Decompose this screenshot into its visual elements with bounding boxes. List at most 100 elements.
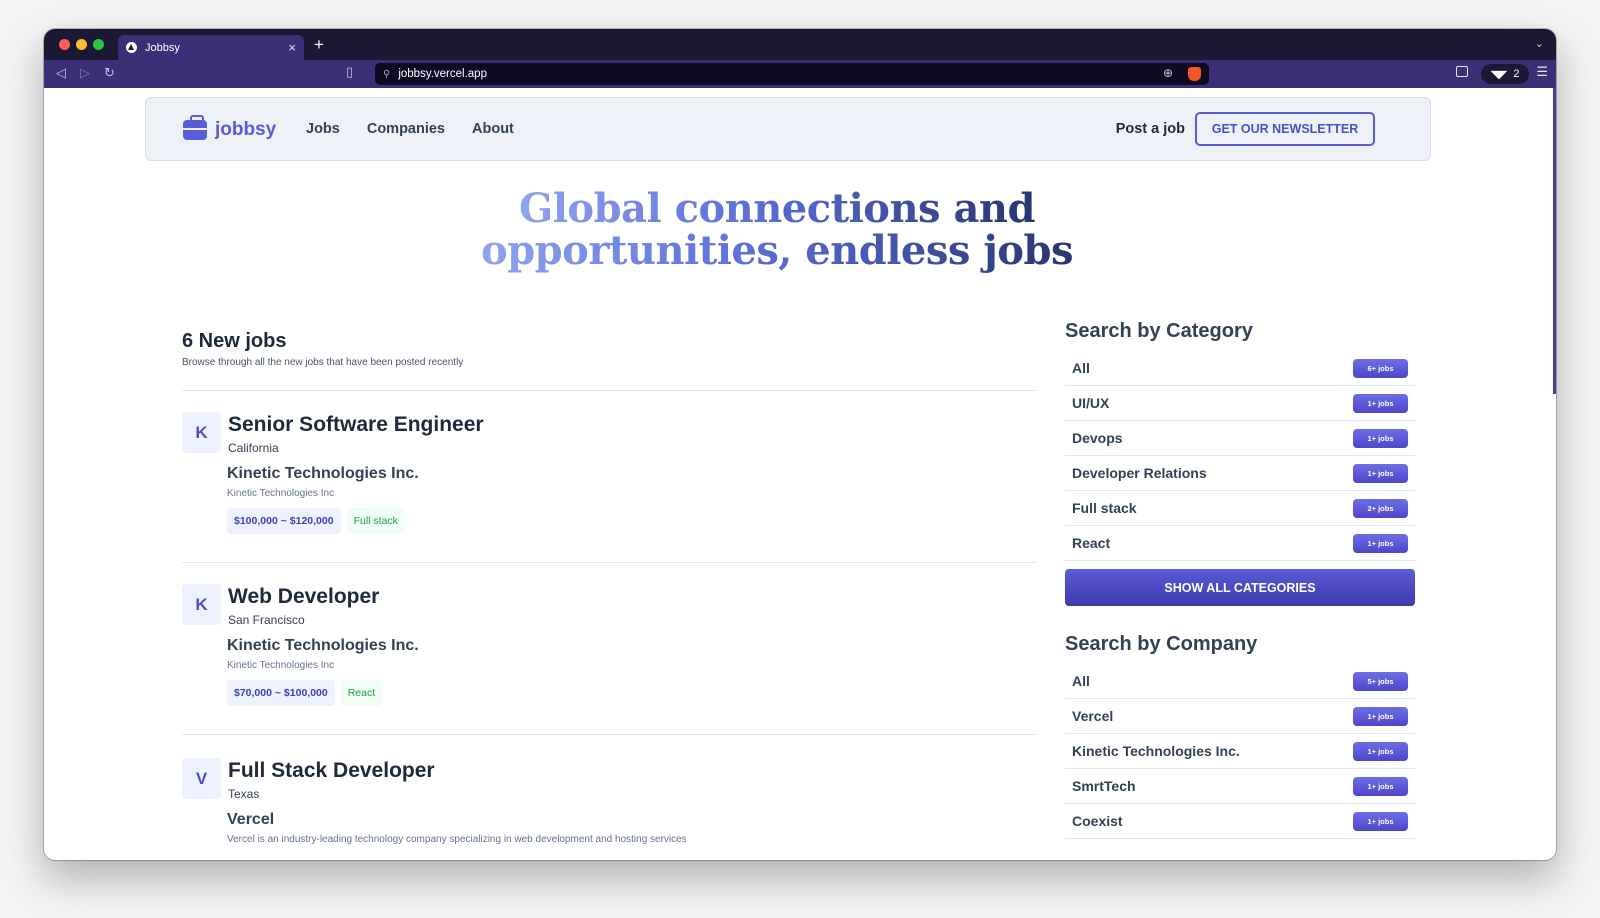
tab-title: Jobbsy [145,41,180,54]
company-item-all[interactable]: All 5+ jobs [1065,664,1415,699]
company-list: All 5+ jobs Vercel 1+ jobs Kinetic Technol… [1065,664,1415,839]
jobs-subtitle: Browse through all the new jobs that hav… [182,357,464,368]
category-label: Developer Relations [1072,465,1207,481]
page-content: jobbsy Jobs Companies About Post a job G… [44,88,1556,860]
job-card[interactable]: K Senior Software Engineer California Ki… [182,412,1037,562]
job-company: Vercel [227,811,275,828]
job-company-description: Vercel is an industry-leading technology… [227,834,687,845]
tab-list-chevron-icon[interactable]: ⌄ [1535,37,1544,50]
shields-count: 2 [1513,68,1520,80]
category-list: All 6+ jobs UI/UX 1+ jobs Devops 1+ jobs De… [1065,351,1415,561]
category-label: Full stack [1072,500,1137,516]
browser-tab[interactable]: Jobbsy × [118,35,304,60]
site-header: jobbsy Jobs Companies About Post a job G… [145,97,1431,161]
job-count-badge: 1+ jobs [1353,811,1408,831]
tab-bar: Jobbsy × + ⌄ [44,29,1556,60]
company-label: All [1072,673,1090,689]
maximize-window-button[interactable] [93,39,104,50]
url-text: jobbsy.vercel.app [398,68,487,80]
job-count-badge: 5+ jobs [1353,671,1408,691]
job-title[interactable]: Senior Software Engineer [228,413,484,437]
address-bar[interactable]: ⚲ jobbsy.vercel.app ⊕ [375,63,1209,85]
category-label: All [1072,360,1090,376]
close-window-button[interactable] [59,39,70,50]
job-company: Kinetic Technologies Inc. [227,637,419,654]
nav-companies[interactable]: Companies [367,121,445,137]
job-title[interactable]: Full Stack Developer [228,759,435,783]
post-job-link[interactable]: Post a job [1116,121,1185,137]
company-label: Vercel [1072,708,1114,724]
job-count-badge: 1+ jobs [1353,393,1408,413]
hero-line-1: Global connections and [519,185,1035,232]
job-company-description: Kinetic Technologies Inc [227,488,335,499]
logo-text: jobbsy [215,119,277,140]
new-tab-button[interactable]: + [314,35,324,55]
company-item-coexist[interactable]: Coexist 1+ jobs [1065,804,1415,839]
sidebar-icon[interactable] [1456,66,1468,77]
show-all-categories-button[interactable]: SHOW ALL CATEGORIES [1065,569,1415,606]
salary-tag: $70,000 ~ $100,000 [227,680,335,706]
job-count-badge: 1+ jobs [1353,463,1408,483]
back-icon[interactable]: ◁ [56,65,66,81]
category-label: Devops [1072,430,1123,446]
nav-jobs[interactable]: Jobs [306,121,340,137]
divider [182,562,1037,563]
glasses-icon: ◥◤ [1490,68,1508,81]
category-item-full-stack[interactable]: Full stack 2+ jobs [1065,491,1415,526]
category-label: React [1072,535,1111,551]
briefcase-icon [183,115,207,140]
menu-icon[interactable]: ☰ [1536,64,1548,80]
job-card[interactable]: K Web Developer San Francisco Kinetic Te… [182,584,1037,734]
browser-window: Jobbsy × + ⌄ ◁ ▷ ↻ ▯ ⚲ jobbsy.vercel.app… [44,29,1556,860]
nav-about[interactable]: About [472,121,514,137]
brave-shield-icon[interactable] [1188,67,1201,81]
hero-line-2: opportunities, endless jobs [481,227,1073,274]
category-label: UI/UX [1072,395,1110,411]
reload-icon[interactable]: ↻ [104,65,115,81]
browser-toolbar: ◁ ▷ ↻ ▯ ⚲ jobbsy.vercel.app ⊕ ◥◤ 2 ☰ [44,60,1556,88]
main-nav: Jobs Companies About [306,121,514,137]
category-tag[interactable]: Full stack [346,508,405,534]
job-tags: $100,000 ~ $120,000 Full stack [227,508,405,534]
salary-tag: $100,000 ~ $120,000 [227,508,341,534]
sidebar-filters: Search by Category All 6+ jobs UI/UX 1+ jo… [1065,320,1415,839]
jobs-section: 6 New jobs Browse through all the new jo… [182,330,1037,845]
minimize-window-button[interactable] [76,39,87,50]
job-count-badge: 1+ jobs [1353,706,1408,726]
company-avatar: K [182,412,221,453]
company-label: Kinetic Technologies Inc. [1072,743,1240,759]
job-card[interactable]: V Full Stack Developer Texas Vercel Verc… [182,758,1037,858]
hero-heading: Global connections and opportunities, en… [44,188,1510,272]
company-item-vercel[interactable]: Vercel 1+ jobs [1065,699,1415,734]
job-location: Texas [228,787,260,801]
scrollbar[interactable] [1553,88,1556,394]
job-count-badge: 1+ jobs [1353,533,1408,553]
divider [182,390,1037,391]
shields-counter[interactable]: ◥◤ 2 [1481,64,1529,84]
bookmark-icon[interactable]: ▯ [346,64,353,80]
category-item-devops[interactable]: Devops 1+ jobs [1065,421,1415,456]
category-item-uiux[interactable]: UI/UX 1+ jobs [1065,386,1415,421]
site-info-icon[interactable]: ⚲ [383,69,390,80]
job-location: California [228,441,279,455]
job-company: Kinetic Technologies Inc. [227,465,419,482]
category-item-developer-relations[interactable]: Developer Relations 1+ jobs [1065,456,1415,491]
tab-close-icon[interactable]: × [288,40,296,55]
company-avatar: K [182,584,221,625]
category-tag[interactable]: React [340,680,383,706]
category-item-react[interactable]: React 1+ jobs [1065,526,1415,561]
newsletter-button[interactable]: GET OUR NEWSLETTER [1195,112,1375,146]
logo[interactable]: jobbsy [183,115,277,141]
job-title[interactable]: Web Developer [228,585,379,609]
company-section-title: Search by Company [1065,633,1258,655]
divider [182,734,1037,735]
company-label: Coexist [1072,813,1123,829]
forward-icon[interactable]: ▷ [80,65,90,81]
company-label: SmrtTech [1072,778,1136,794]
category-item-all[interactable]: All 6+ jobs [1065,351,1415,386]
job-count-badge: 1+ jobs [1353,776,1408,796]
category-section-title: Search by Category [1065,320,1253,342]
zoom-icon[interactable]: ⊕ [1163,66,1173,80]
company-item-smrttech[interactable]: SmrtTech 1+ jobs [1065,769,1415,804]
company-item-kinetic[interactable]: Kinetic Technologies Inc. 1+ jobs [1065,734,1415,769]
